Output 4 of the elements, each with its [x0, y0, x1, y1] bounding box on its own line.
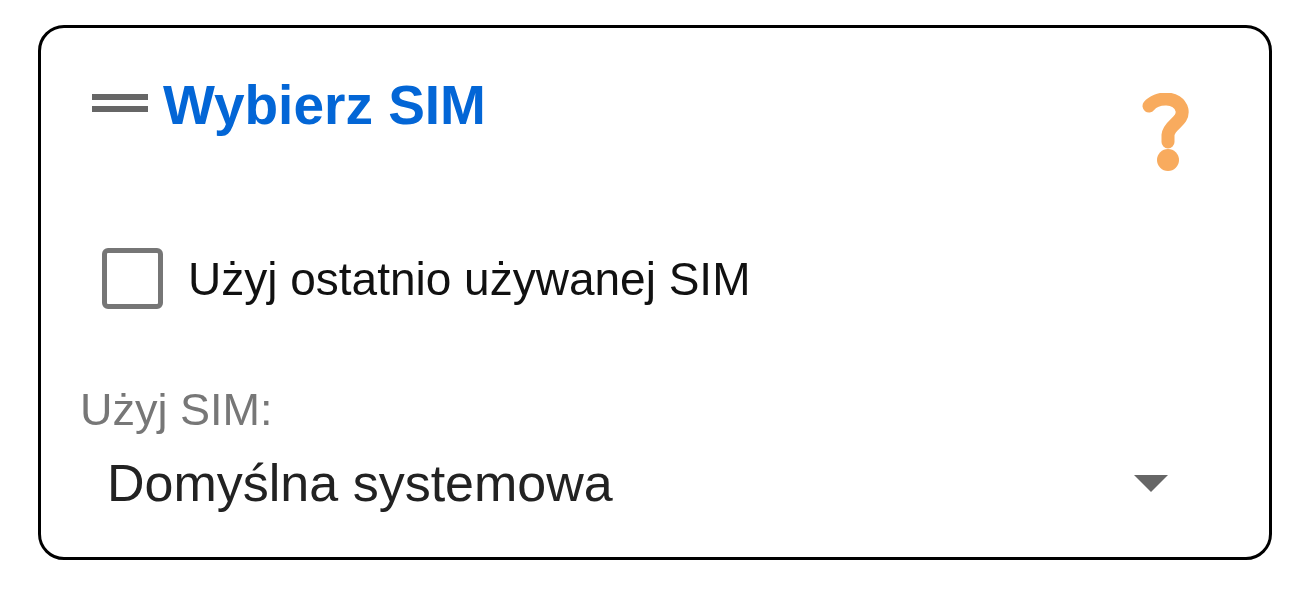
dropdown-label: Użyj SIM: — [80, 387, 273, 432]
caret-icon — [1134, 474, 1168, 492]
drag-handle-icon[interactable] — [92, 94, 148, 112]
checkbox[interactable] — [102, 248, 163, 309]
